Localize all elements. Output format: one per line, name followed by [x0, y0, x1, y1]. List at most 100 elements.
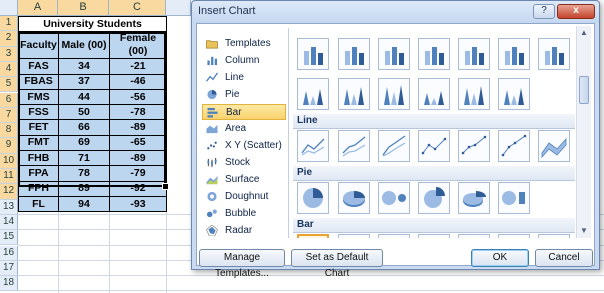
- column-header-d[interactable]: [166, 0, 191, 16]
- cone-chart-thumbnail[interactable]: [338, 78, 370, 110]
- ok-button[interactable]: OK: [471, 249, 529, 267]
- row-header-17[interactable]: 17: [0, 260, 18, 277]
- cell-female[interactable]: -89: [109, 119, 167, 136]
- bar-chart-thumbnail[interactable]: [378, 234, 410, 238]
- line-chart-thumbnail[interactable]: [297, 130, 329, 162]
- bar-chart-thumbnail[interactable]: [538, 234, 570, 238]
- cell-female[interactable]: -79: [109, 165, 167, 182]
- row-header-12[interactable]: 12: [0, 184, 18, 200]
- bar-chart-thumbnail[interactable]: [297, 234, 329, 238]
- line-chart-thumbnail[interactable]: [378, 130, 410, 162]
- cell-male[interactable]: 44: [58, 88, 110, 106]
- cell-male[interactable]: 69: [58, 134, 110, 152]
- cell-faculty[interactable]: FHB: [18, 150, 59, 167]
- cell-female[interactable]: -92: [109, 180, 167, 197]
- cell-female[interactable]: -46: [109, 73, 167, 90]
- cone-chart-thumbnail[interactable]: [378, 78, 410, 110]
- column-header-b[interactable]: B: [58, 0, 109, 16]
- header-faculty[interactable]: Faculty: [18, 31, 59, 60]
- column-chart-thumbnail[interactable]: [338, 38, 370, 70]
- cell-male[interactable]: 37: [58, 73, 110, 90]
- row-header-15[interactable]: 15: [0, 230, 18, 246]
- bar-chart-thumbnail[interactable]: [498, 234, 530, 238]
- cell-male[interactable]: 94: [58, 195, 110, 213]
- cell-faculty[interactable]: FL: [18, 195, 59, 213]
- cell-male[interactable]: 50: [58, 104, 110, 121]
- manage-templates-button[interactable]: Manage Templates...: [199, 249, 285, 279]
- row-header-1[interactable]: 1: [0, 16, 18, 32]
- pie-chart-thumbnail[interactable]: [498, 182, 530, 214]
- close-button[interactable]: x: [557, 4, 595, 19]
- row-header-3[interactable]: 3: [0, 46, 18, 62]
- column-chart-thumbnail[interactable]: [498, 38, 530, 70]
- row-header-2[interactable]: 2: [0, 31, 18, 47]
- gallery-scrollbar[interactable]: ▲ ▼: [576, 26, 591, 238]
- column-header-c[interactable]: C: [109, 0, 166, 16]
- row-header-6[interactable]: 6: [0, 92, 18, 108]
- line-chart-thumbnail[interactable]: [498, 130, 530, 162]
- cell-female[interactable]: -65: [109, 134, 167, 152]
- cell-male[interactable]: 78: [58, 165, 110, 182]
- scroll-down-arrow-icon[interactable]: ▼: [578, 225, 590, 237]
- dialog-titlebar[interactable]: Insert Chart ? x: [192, 1, 599, 23]
- column-header-a[interactable]: A: [18, 0, 58, 16]
- cone-chart-thumbnail[interactable]: [458, 78, 490, 110]
- cell-faculty[interactable]: FMT: [18, 134, 59, 152]
- scroll-up-arrow-icon[interactable]: ▲: [578, 27, 590, 39]
- column-chart-thumbnail[interactable]: [418, 38, 450, 70]
- row-header-9[interactable]: 9: [0, 138, 18, 154]
- row-header-16[interactable]: 16: [0, 245, 18, 261]
- select-all-corner[interactable]: [0, 0, 18, 16]
- pie-chart-thumbnail[interactable]: [378, 182, 410, 214]
- set-default-chart-button[interactable]: Set as Default Chart: [291, 249, 383, 279]
- cone-chart-thumbnail[interactable]: [418, 78, 450, 110]
- cell-faculty[interactable]: FSS: [18, 104, 59, 121]
- chart-type-templates[interactable]: Templates: [202, 36, 286, 52]
- line-chart-thumbnail[interactable]: [538, 130, 570, 162]
- chart-type-bar[interactable]: Bar: [202, 104, 286, 120]
- cell-female[interactable]: -89: [109, 150, 167, 167]
- cancel-button[interactable]: Cancel: [535, 249, 593, 267]
- chart-type-surface[interactable]: Surface: [202, 172, 286, 188]
- bar-chart-thumbnail[interactable]: [338, 234, 370, 238]
- line-chart-thumbnail[interactable]: [458, 130, 490, 162]
- pie-chart-thumbnail[interactable]: [418, 182, 450, 214]
- help-button[interactable]: ?: [533, 4, 555, 19]
- column-chart-thumbnail[interactable]: [378, 38, 410, 70]
- line-chart-thumbnail[interactable]: [338, 130, 370, 162]
- cell-faculty[interactable]: FET: [18, 119, 59, 136]
- row-header-8[interactable]: 8: [0, 123, 18, 139]
- header-male[interactable]: Male (00): [58, 31, 110, 60]
- cell-faculty[interactable]: FBAS: [18, 73, 59, 90]
- column-chart-thumbnail[interactable]: [538, 38, 570, 70]
- chart-type-line[interactable]: Line: [202, 70, 286, 86]
- chart-type-column[interactable]: Column: [202, 53, 286, 69]
- cell-male[interactable]: 71: [58, 150, 110, 167]
- table-title[interactable]: University Students: [18, 15, 167, 33]
- bar-chart-thumbnail[interactable]: [418, 234, 450, 238]
- row-header-11[interactable]: 11: [0, 169, 18, 185]
- cell-female[interactable]: -56: [109, 88, 167, 106]
- chart-type-radar[interactable]: Radar: [202, 223, 286, 239]
- pie-chart-thumbnail[interactable]: [458, 182, 490, 214]
- chart-type-x-y-scatter[interactable]: X Y (Scatter): [202, 138, 286, 154]
- cell-male[interactable]: 66: [58, 119, 110, 136]
- row-header-18[interactable]: 18: [0, 276, 18, 292]
- cell-male[interactable]: 89: [58, 180, 110, 197]
- cone-chart-thumbnail[interactable]: [297, 78, 329, 110]
- fill-handle[interactable]: [162, 183, 169, 190]
- cell-faculty[interactable]: FAS: [18, 58, 59, 75]
- cell-faculty[interactable]: FPA: [18, 165, 59, 182]
- chart-type-area[interactable]: Area: [202, 121, 286, 137]
- column-chart-thumbnail[interactable]: [297, 38, 329, 70]
- cell-faculty[interactable]: FMS: [18, 88, 59, 106]
- cell-male[interactable]: 34: [58, 58, 110, 75]
- line-chart-thumbnail[interactable]: [418, 130, 450, 162]
- column-chart-thumbnail[interactable]: [458, 38, 490, 70]
- chart-type-doughnut[interactable]: Doughnut: [202, 189, 286, 205]
- row-header-5[interactable]: 5: [0, 77, 18, 93]
- chart-type-pie[interactable]: Pie: [202, 87, 286, 103]
- row-header-10[interactable]: 10: [0, 153, 18, 169]
- cell-female[interactable]: -21: [109, 58, 167, 75]
- row-header-7[interactable]: 7: [0, 107, 18, 124]
